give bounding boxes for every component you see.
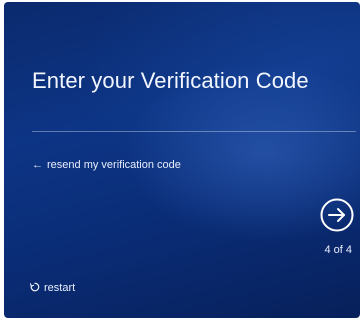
- restart-icon: [29, 282, 40, 294]
- next-button[interactable]: [320, 198, 354, 232]
- resend-code-label: resend my verification code: [47, 159, 181, 171]
- restart-button[interactable]: restart: [29, 282, 76, 294]
- resend-code-link[interactable]: ← resend my verification code: [32, 159, 181, 171]
- step-indicator: 4 of 4: [324, 244, 352, 256]
- arrow-right-circle-icon: [320, 198, 354, 232]
- divider: [32, 131, 356, 132]
- restart-label: restart: [44, 282, 76, 294]
- verification-panel: Enter your Verification Code ← resend my …: [4, 2, 360, 318]
- arrow-left-icon: ←: [32, 159, 43, 171]
- page-title: Enter your Verification Code: [32, 68, 309, 93]
